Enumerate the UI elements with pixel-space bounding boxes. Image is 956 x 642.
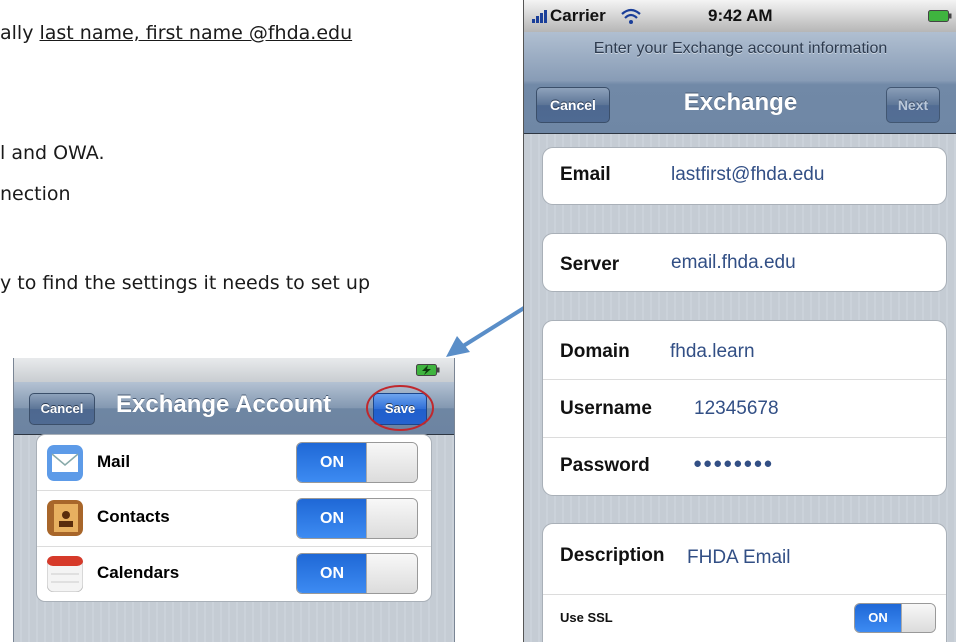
doc-line-1-text: ally: [0, 22, 40, 44]
exchange-account-screen: Cancel Exchange Account Save Mail ON Con…: [13, 358, 455, 642]
username-field[interactable]: 12345678: [694, 398, 779, 420]
contacts-icon: [47, 500, 83, 536]
signal-bars-icon: [532, 10, 547, 23]
password-label: Password: [560, 455, 650, 476]
calendars-toggle[interactable]: ON: [296, 553, 418, 594]
list-item: Mail ON: [37, 435, 431, 491]
toggle-state: ON: [297, 443, 367, 482]
toggle-state: ON: [855, 604, 901, 632]
highlight-circle: [366, 385, 434, 431]
server-label: Server: [560, 254, 620, 275]
battery-icon: [928, 10, 952, 22]
credentials-cell: Domain fhda.learn Username 12345678 Pass…: [542, 320, 947, 496]
ssl-label: Use SSL: [560, 610, 613, 625]
doc-line-3: nection: [0, 183, 71, 205]
nav-bar: Enter your Exchange account information …: [524, 32, 956, 134]
battery-charging-icon: [416, 364, 440, 376]
doc-line-4: y to find the settings it needs to set u…: [0, 272, 371, 294]
ssl-toggle[interactable]: ON: [854, 603, 936, 633]
next-button[interactable]: Next: [886, 87, 940, 123]
email-field[interactable]: lastfirst@fhda.edu: [671, 164, 824, 186]
account-prompt: Enter your Exchange account information: [593, 40, 888, 57]
cancel-button[interactable]: Cancel: [29, 393, 95, 425]
status-bar: [14, 358, 454, 383]
pointer-arrow: [446, 306, 526, 357]
page-title: Exchange Account: [116, 391, 332, 418]
password-field[interactable]: ●●●●●●●●: [693, 455, 773, 472]
exchange-setup-screen: Carrier 9:42 AM Enter your Exchange acco…: [523, 0, 956, 642]
description-cell: Description FHDA Email Use SSL ON: [542, 523, 947, 642]
doc-line-1: ally last name, first name @fhda.edu: [0, 22, 352, 44]
toggle-state: ON: [297, 554, 367, 593]
toggle-state: ON: [297, 499, 367, 538]
clock: 9:42 AM: [708, 6, 773, 25]
domain-label: Domain: [560, 341, 630, 362]
status-bar: Carrier 9:42 AM: [524, 0, 956, 33]
wifi-icon: [621, 8, 641, 24]
sync-options-group: Mail ON Contacts ON Calendars ON: [36, 434, 432, 602]
email-format-link: last name, first name @fhda.edu: [39, 22, 353, 44]
list-item: Calendars ON: [37, 546, 431, 601]
list-item: Contacts ON: [37, 490, 431, 547]
row-label: Calendars: [97, 563, 180, 582]
nav-bar: Cancel Exchange Account Save: [14, 382, 454, 435]
description-label: Description: [560, 545, 665, 566]
username-label: Username: [560, 398, 652, 419]
doc-line-2: l and OWA.: [0, 142, 105, 164]
mail-toggle[interactable]: ON: [296, 442, 418, 483]
row-label: Mail: [97, 452, 131, 471]
email-label: Email: [560, 164, 611, 185]
contacts-toggle[interactable]: ON: [296, 498, 418, 539]
server-cell: Server email.fhda.edu: [542, 233, 947, 292]
mail-icon: [47, 445, 83, 481]
row-label: Contacts: [97, 507, 170, 526]
carrier-label: Carrier: [550, 6, 606, 25]
calendar-icon: [47, 556, 83, 592]
domain-field[interactable]: fhda.learn: [670, 341, 755, 363]
server-field[interactable]: email.fhda.edu: [671, 252, 796, 274]
email-cell: Email lastfirst@fhda.edu: [542, 147, 947, 205]
description-field[interactable]: FHDA Email: [687, 547, 790, 569]
